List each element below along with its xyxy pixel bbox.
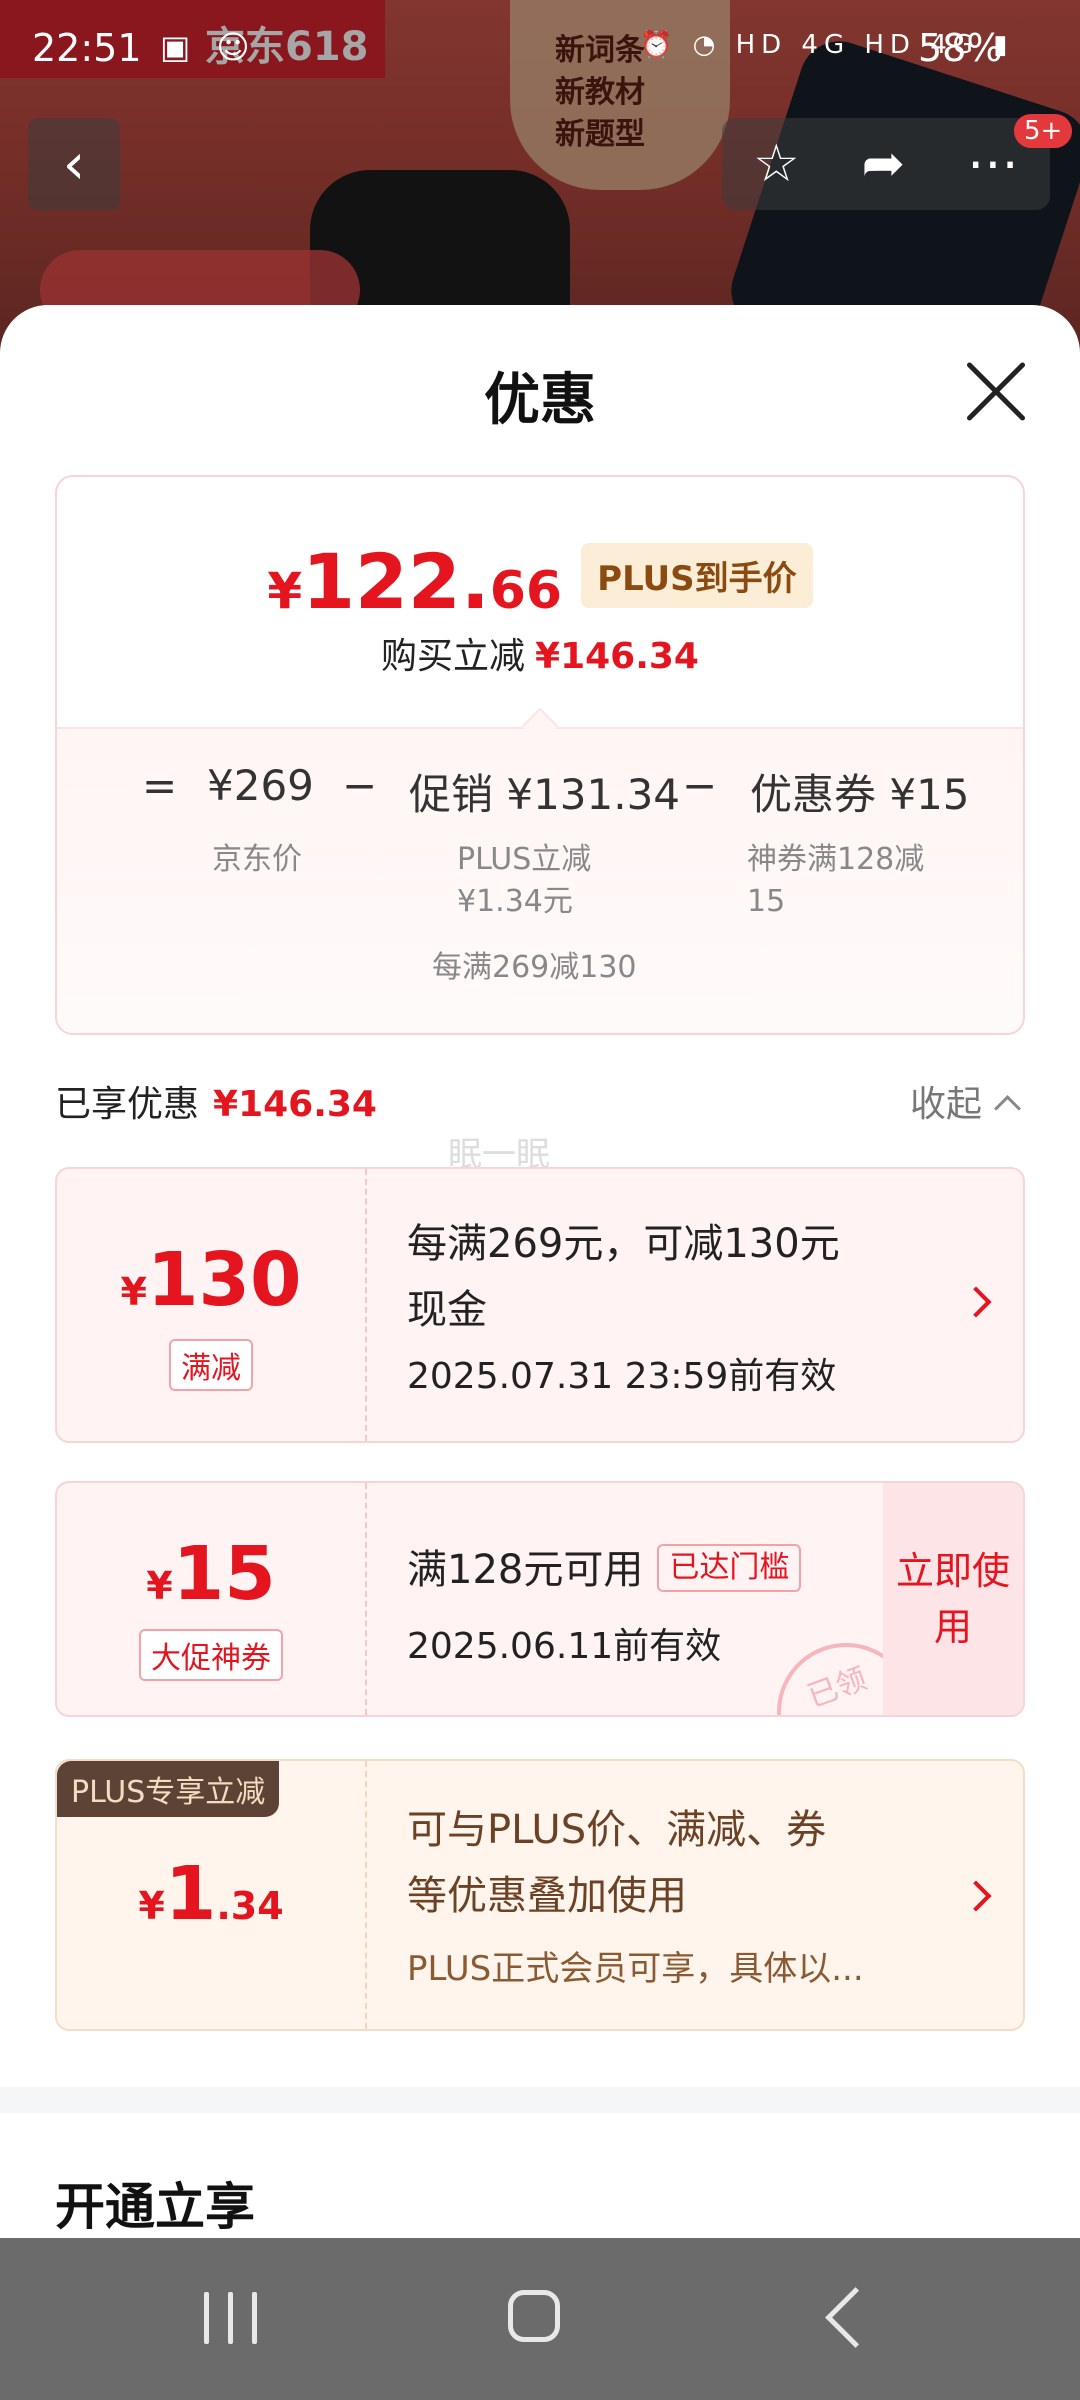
chevron-left-icon: ‹ [62, 131, 86, 197]
sheet-title: 优惠 [484, 368, 596, 433]
more-icon[interactable]: ⋯ [967, 134, 1019, 194]
chevron-right-icon [960, 1880, 992, 1912]
coupon-description: 满128元可用 已达门槛 [407, 1537, 802, 1603]
section-separator [0, 2087, 1080, 2113]
enjoyed-discount: 已享优惠 ¥146.34 [55, 1084, 377, 1125]
notification-badge: 5+ [1014, 114, 1073, 148]
calc-row: = ¥269 − 促销 ¥131.34 − 优惠券 ¥15 [57, 761, 1023, 821]
reduce-line: 购买立减 ¥146.34 [381, 636, 699, 677]
coupon-super: ¥15 大促神券 满128元可用 已达门槛 2025.06.11前有效 已领 立即… [55, 1481, 1025, 1717]
threshold-reached-badge: 已达门槛 [657, 1544, 802, 1592]
plus-exclusive-label: PLUS专享立减 [57, 1761, 280, 1817]
back-button[interactable]: ‹ [28, 118, 120, 210]
coupon-amount: ¥130 [120, 1237, 302, 1323]
system-nav-bar [0, 2238, 1080, 2400]
open-membership-title: 开通立享 [55, 2178, 255, 2236]
coupon-description: 可与PLUS价、满减、券 等优惠叠加使用 [407, 1807, 827, 1919]
coupon-divider [365, 1169, 367, 1441]
coupon-amount: ¥15 [146, 1531, 276, 1617]
chevron-right-icon [960, 1286, 992, 1318]
jd-price-label: 京东价 [212, 842, 302, 877]
coupon-description: 每满269元，可减130元 现金 [407, 1221, 840, 1333]
coupon-detail: 神券满128减 15 [747, 842, 925, 919]
promo-amount: 促销 ¥131.34 [409, 770, 681, 819]
status-bar: 22:51 ▣ ☺ ⏰ ◔ HD 4G HD 4G ▮ 58% [0, 0, 1080, 100]
home-icon[interactable] [508, 2290, 560, 2342]
promo-rule: 每满269减130 [432, 950, 637, 985]
coupon-amount: 优惠券 ¥15 [750, 770, 970, 819]
promo-detail: PLUS立减 ¥1.34元 [457, 842, 592, 919]
jd-price: ¥269 [207, 761, 314, 810]
top-action-group: ☆ ➦ ⋯ [722, 118, 1050, 210]
use-now-button[interactable]: 立即使用 [883, 1483, 1023, 1715]
coupon-tag: 满减 [57, 1339, 365, 1391]
share-icon[interactable]: ➦ [862, 134, 906, 194]
coupon-expiry: 2025.07.31 23:59前有效 [407, 1356, 837, 1397]
price-summary-card: ¥122.66 PLUS到手价 购买立减 ¥146.34 = ¥269 − 促销 … [55, 475, 1025, 1035]
recent-apps-icon[interactable] [204, 2292, 260, 2344]
coupon-amount: ¥1.34 [138, 1851, 284, 1937]
coupon-divider [365, 1483, 367, 1715]
plus-price-tag: PLUS到手价 [581, 543, 813, 608]
chevron-up-icon [994, 1095, 1021, 1122]
clock: 22:51 [32, 26, 142, 70]
coupon-full-reduction[interactable]: ¥130 满减 每满269元，可减130元 现金 2025.07.31 23:5… [55, 1167, 1025, 1443]
coupon-divider [365, 1761, 367, 2029]
close-icon[interactable] [960, 357, 1032, 429]
star-icon[interactable]: ☆ [753, 134, 800, 194]
final-price: ¥122.66 PLUS到手价 [57, 537, 1023, 626]
coupon-tag: 大促神券 [57, 1629, 365, 1681]
battery-level: 58% [918, 26, 1003, 70]
discount-sheet: 优惠 ¥122.66 PLUS到手价 购买立减 ¥146.34 = ¥269 − … [0, 305, 1080, 2240]
collapse-button[interactable]: 收起 [910, 1075, 1021, 1127]
coupon-expiry: 2025.06.11前有效 [407, 1626, 722, 1667]
coupon-note: PLUS正式会员可享，具体以... [407, 1949, 864, 1989]
coupon-plus-exclusive[interactable]: PLUS专享立减 ¥1.34 可与PLUS价、满减、券 等优惠叠加使用 PLUS… [55, 1759, 1025, 2031]
back-icon[interactable] [825, 2287, 886, 2348]
notification-icons: ▣ ☺ [160, 28, 258, 66]
